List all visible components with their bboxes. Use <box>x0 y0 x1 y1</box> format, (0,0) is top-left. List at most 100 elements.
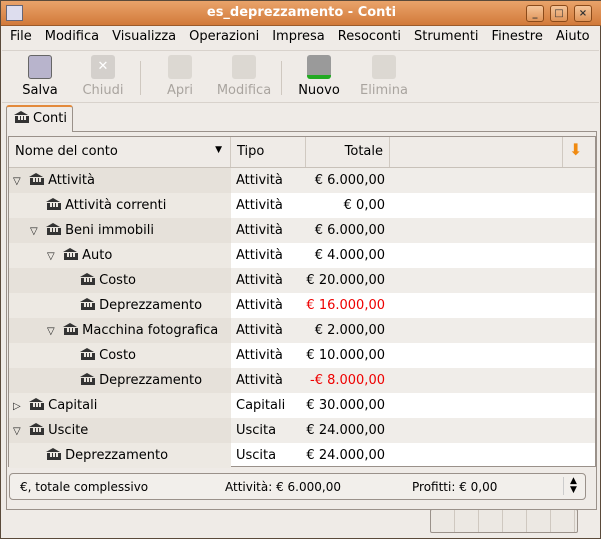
bank-icon <box>80 348 96 360</box>
account-type: Attività <box>236 348 283 363</box>
account-name: Costo <box>99 348 136 363</box>
account-name-cell: ▽ Macchina fotografica <box>9 318 231 343</box>
bank-icon <box>63 248 79 260</box>
account-type: Attività <box>236 273 283 288</box>
bank-icon <box>46 198 62 210</box>
account-name-cell: Attività correnti <box>9 193 231 218</box>
account-type: Attività <box>236 323 283 338</box>
spinner-icon[interactable]: ▲ ▼ <box>563 477 577 495</box>
account-total: € 0,00 <box>343 198 385 213</box>
close-button[interactable]: ✕ Chiudi <box>80 55 126 98</box>
folder-open-icon <box>168 55 192 79</box>
column-header-type[interactable]: Tipo <box>231 137 306 167</box>
menu-finestre[interactable]: Finestre <box>484 26 548 49</box>
account-row[interactable]: ▽ Auto Attività € 4.000,00 <box>9 243 595 268</box>
account-type: Attività <box>236 198 283 213</box>
column-header-total[interactable]: Totale <box>306 137 390 167</box>
account-type: Uscita <box>236 448 277 463</box>
account-row[interactable]: Attività correnti Attività € 0,00 <box>9 193 595 218</box>
open-button[interactable]: Apri <box>162 55 198 98</box>
account-name: Uscite <box>48 423 89 438</box>
bank-icon <box>29 398 45 410</box>
expander-arrow-icon[interactable]: ▽ <box>47 319 59 344</box>
close-window-button[interactable]: × <box>574 5 592 22</box>
bank-icon <box>63 323 79 335</box>
account-name: Macchina fotografica <box>82 323 219 338</box>
expander-arrow-icon[interactable]: ▽ <box>47 244 59 269</box>
account-row[interactable]: Deprezzamento Uscita € 24.000,00 <box>9 443 595 468</box>
accounts-tree: Nome del conto ▼ Tipo Totale ⬇ ▽ Attività… <box>8 136 596 468</box>
account-row[interactable]: ▽ Macchina fotografica Attività € 2.000,00 <box>9 318 595 343</box>
account-type: Capitali <box>236 398 286 413</box>
account-total: € 6.000,00 <box>314 173 385 188</box>
account-name-cell: ▽ Auto <box>9 243 231 268</box>
expander-arrow-icon[interactable]: ▷ <box>13 394 25 419</box>
bank-icon <box>46 223 62 235</box>
title-bar: es_deprezzamento - Conti _ □ × <box>1 1 601 26</box>
menu-operazioni[interactable]: Operazioni <box>181 26 264 49</box>
bank-icon <box>29 423 45 435</box>
account-row[interactable]: ▽ Beni immobili Attività € 6.000,00 <box>9 218 595 243</box>
minimize-button[interactable]: _ <box>526 5 544 22</box>
column-header-name[interactable]: Nome del conto ▼ <box>9 137 231 167</box>
summary-bar[interactable]: €, totale complessivo Attività: € 6.000,… <box>9 473 586 500</box>
edit-button[interactable]: Modifica <box>216 55 272 98</box>
account-type: Attività <box>236 173 283 188</box>
column-selector-arrow-icon[interactable]: ⬇ <box>563 137 595 167</box>
account-name-cell: Costo <box>9 268 231 293</box>
account-name-cell: Costo <box>9 343 231 368</box>
account-name: Deprezzamento <box>99 373 203 388</box>
new-account-button[interactable]: Nuovo <box>297 55 341 98</box>
window-title: es_deprezzamento - Conti <box>206 5 397 20</box>
expander-arrow-icon[interactable]: ▽ <box>30 219 42 244</box>
menu-resoconti[interactable]: Resoconti <box>330 26 406 49</box>
account-total: € 30.000,00 <box>306 398 385 413</box>
delete-account-button[interactable]: Elimina <box>359 55 409 98</box>
account-name-cell: Deprezzamento <box>9 368 231 393</box>
account-total: € 6.000,00 <box>314 223 385 238</box>
menu-modifica[interactable]: Modifica <box>37 26 104 49</box>
account-type: Attività <box>236 373 283 388</box>
status-progress-bar <box>430 509 578 533</box>
account-type: Attività <box>236 223 283 238</box>
account-row[interactable]: Costo Attività € 20.000,00 <box>9 268 595 293</box>
account-row[interactable]: Costo Attività € 10.000,00 <box>9 343 595 368</box>
account-row[interactable]: ▽ Attività Attività € 6.000,00 <box>9 168 595 193</box>
account-total: € 4.000,00 <box>314 248 385 263</box>
menu-file[interactable]: File <box>2 26 37 49</box>
account-row[interactable]: Deprezzamento Attività -€ 8.000,00 <box>9 368 595 393</box>
accounts-panel: Nome del conto ▼ Tipo Totale ⬇ ▽ Attività… <box>6 131 597 510</box>
bank-icon <box>80 273 96 285</box>
account-row[interactable]: Deprezzamento Attività € 16.000,00 <box>9 293 595 318</box>
account-name-cell: Deprezzamento <box>9 293 231 318</box>
bank-icon <box>29 173 45 185</box>
menu-impresa[interactable]: Impresa <box>264 26 330 49</box>
tab-conti[interactable]: Conti <box>6 105 73 132</box>
account-name-cell: ▷ Capitali <box>9 393 231 418</box>
account-total: € 20.000,00 <box>306 273 385 288</box>
expander-arrow-icon[interactable]: ▽ <box>13 169 25 194</box>
expander-arrow-icon[interactable]: ▽ <box>13 419 25 444</box>
floppy-icon <box>28 55 52 79</box>
main-window: es_deprezzamento - Conti _ □ × File Modi… <box>0 0 601 539</box>
bank-icon <box>80 298 96 310</box>
save-button[interactable]: Salva <box>20 55 60 98</box>
toolbar: Salva ✕ Chiudi Apri Modifica Nuovo Elimin… <box>2 50 599 103</box>
menu-aiuto[interactable]: Aiuto <box>548 26 595 49</box>
menu-visualizza[interactable]: Visualizza <box>104 26 181 49</box>
menu-strumenti[interactable]: Strumenti <box>406 26 484 49</box>
bank-icon <box>46 448 62 460</box>
account-name: Costo <box>99 273 136 288</box>
account-name: Capitali <box>48 398 98 413</box>
bank-icon <box>80 373 96 385</box>
account-row[interactable]: ▷ Capitali Capitali € 30.000,00 <box>9 393 595 418</box>
maximize-button[interactable]: □ <box>550 5 568 22</box>
account-total: € 24.000,00 <box>306 423 385 438</box>
account-name: Attività correnti <box>65 198 167 213</box>
account-name: Auto <box>82 248 113 263</box>
tree-header: Nome del conto ▼ Tipo Totale ⬇ <box>9 137 595 168</box>
account-name: Beni immobili <box>65 223 155 238</box>
account-total: € 16.000,00 <box>306 298 385 313</box>
account-total: € 2.000,00 <box>314 323 385 338</box>
account-row[interactable]: ▽ Uscite Uscita € 24.000,00 <box>9 418 595 443</box>
